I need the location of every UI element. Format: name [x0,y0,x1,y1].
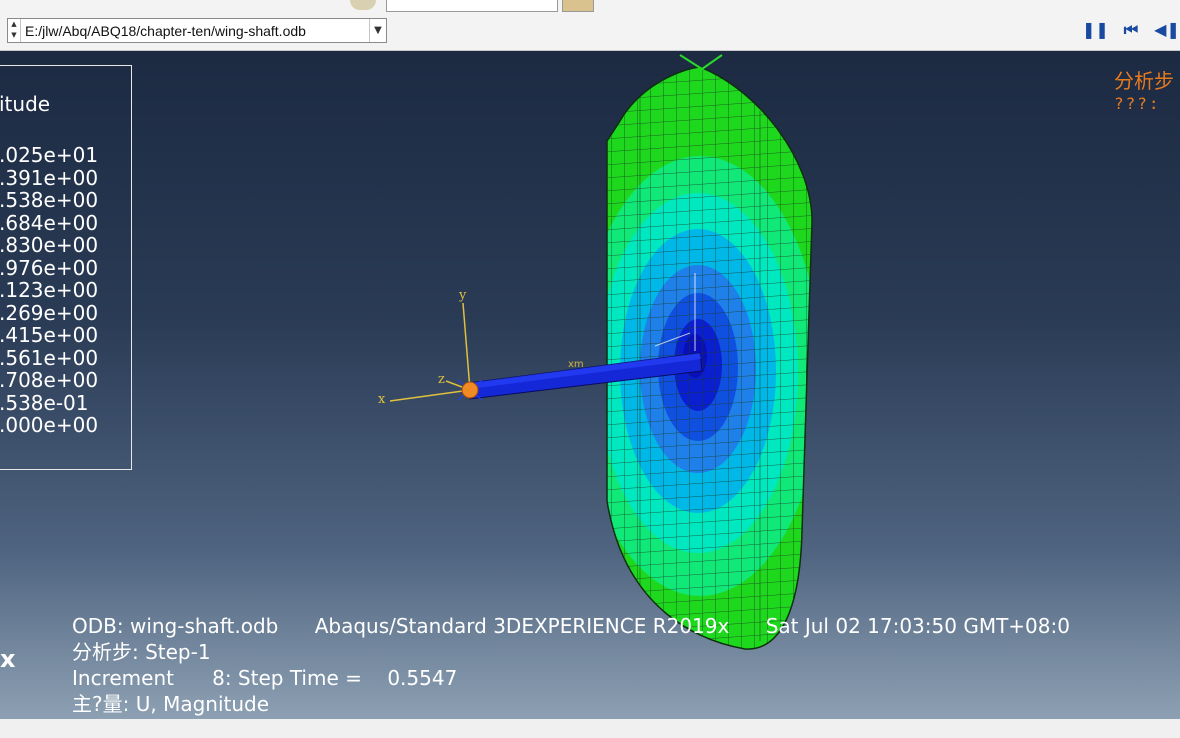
status-bar [0,719,1180,738]
legend-value: .830e+00 [0,233,99,257]
rewind-icon[interactable]: ⏮ [1118,20,1144,40]
legend-value: .708e+00 [0,368,99,392]
spin-arrows-icon[interactable]: ▲ ▼ [8,19,21,42]
triad-y-label: y [458,288,467,303]
legend-value: .025e+01 [0,143,99,167]
legend-value: .269e+00 [0,300,99,325]
step-back-icon[interactable]: ◀❚ [1154,20,1180,40]
odb-selector[interactable]: ▲ ▼ E:/jlw/Abq/ABQ18/chapter-ten/wing-sha… [7,18,387,43]
legend-title: itude [0,92,51,116]
legend-values: .025e+01 .391e+00 .538e+00 .684e+00 .830… [0,144,98,437]
legend-value: .415e+00 [0,323,99,347]
odb-toolbar: ▲ ▼ E:/jlw/Abq/ABQ18/chapter-ten/wing-sha… [0,12,1180,51]
contour-legend: itude .025e+01 .391e+00 .538e+00 .684e+0… [0,65,132,470]
increment-info: Increment 8: Step Time = 0.5547 [72,666,458,690]
side-label: x [0,645,16,673]
viewport-info-block: ODB: wing-shaft.odb Abaqus/Standard 3DEX… [72,613,1100,717]
toolbar-partial-icon[interactable] [350,0,376,10]
legend-value: .684e+00 [0,210,99,235]
top-strip [0,0,1180,12]
solver-version: Abaqus/Standard 3DEXPERIENCE R2019x [314,614,730,638]
wing-contour [607,67,812,650]
animation-controls: ❚❚ ⏮ ◀❚ [1082,20,1180,40]
legend-value: .561e+00 [0,345,99,370]
partial-combo-box[interactable] [386,0,558,12]
triad-x-label: x [378,392,386,407]
triad-z-label: z [438,372,445,387]
3d-viewport[interactable]: xm y x z itude .025e+01 .391e+00 .538e+0… [0,51,1180,719]
step-info-sub: ???: [1114,94,1161,113]
legend-value: .123e+00 [0,278,99,302]
chevron-down-icon[interactable]: ▼ [369,19,386,42]
legend-value: .538e-01 [0,390,89,415]
odb-name: ODB: wing-shaft.odb [72,614,279,638]
legend-value: .976e+00 [0,255,99,280]
folder-icon[interactable] [562,0,594,12]
step-info-title: 分析步 [1114,69,1174,93]
legend-value: .391e+00 [0,165,99,190]
legend-value: .538e+00 [0,188,99,212]
coordinate-triad: y x z [378,288,483,407]
field-variable: 主?量: U, Magnitude [72,692,270,716]
step-info-label: 分析步 ???: [1114,65,1180,113]
timestamp: Sat Jul 02 17:03:50 GMT+08:0 [765,614,1070,638]
odb-path: E:/jlw/Abq/ABQ18/chapter-ten/wing-shaft.… [25,22,306,39]
step-name: 分析步: Step-1 [72,640,211,664]
svg-text:xm: xm [568,359,584,370]
pause-icon[interactable]: ❚❚ [1082,20,1109,40]
legend-value: .000e+00 [0,413,99,437]
